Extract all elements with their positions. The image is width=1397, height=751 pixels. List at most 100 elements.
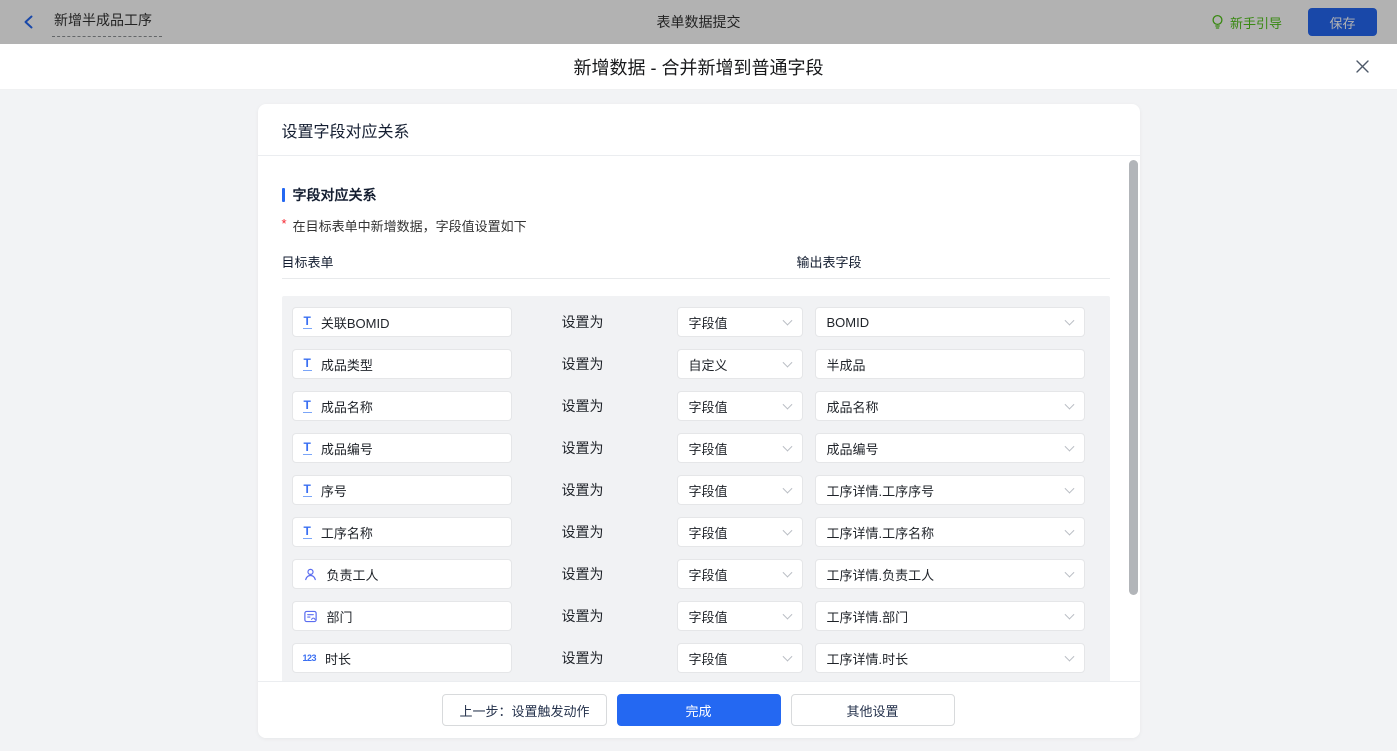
mode-select-value: 字段值 xyxy=(688,651,728,667)
scrollbar-track[interactable] xyxy=(1128,160,1138,676)
chevron-down-icon xyxy=(782,315,792,326)
scrollbar-thumb[interactable] xyxy=(1128,160,1138,595)
text-field-icon: T xyxy=(302,524,312,539)
mode-select[interactable]: 自定义 xyxy=(676,349,803,379)
text-field-icon: T xyxy=(302,356,312,371)
target-field-label: 部门 xyxy=(326,609,353,625)
mode-select[interactable]: 字段值 xyxy=(676,643,803,673)
column-divider xyxy=(281,278,1110,279)
set-as-label: 设置为 xyxy=(561,440,604,456)
section-title: 字段对应关系 xyxy=(281,185,1110,205)
value-select-value: 工序详情.部门 xyxy=(826,609,909,625)
target-field: T 关联BOMID xyxy=(291,307,512,337)
text-field-icon: T xyxy=(302,314,312,329)
value-select[interactable]: 工序详情.时长 xyxy=(814,643,1085,673)
value-select-value: 成品编号 xyxy=(826,441,879,457)
modal-title: 新增数据 - 合并新增到普通字段 xyxy=(573,57,824,78)
table-row: T 成品类型 设置为 自定义 xyxy=(291,349,1110,379)
close-icon xyxy=(1355,60,1369,73)
table-row: 123 时长 设置为 字段值 工序详情.时长 xyxy=(291,643,1110,673)
other-settings-button[interactable]: 其他设置 xyxy=(790,694,955,726)
mode-select-value: 自定义 xyxy=(688,357,728,373)
chevron-down-icon xyxy=(782,441,792,452)
mode-select[interactable]: 字段值 xyxy=(676,307,803,337)
mode-select-value: 字段值 xyxy=(688,399,728,415)
back-button[interactable] xyxy=(20,13,38,31)
save-button[interactable]: 保存 xyxy=(1308,8,1377,36)
close-button[interactable] xyxy=(1351,56,1373,78)
lightbulb-icon xyxy=(1212,14,1223,29)
mode-select[interactable]: 字段值 xyxy=(676,601,803,631)
value-select-value: 工序详情.时长 xyxy=(826,651,909,667)
target-field: 部门 xyxy=(291,601,512,631)
beginner-guide-link[interactable]: 新手引导 xyxy=(1210,13,1282,32)
target-field-label: 成品编号 xyxy=(320,441,373,457)
chevron-down-icon xyxy=(1064,525,1074,536)
chevron-down-icon xyxy=(782,609,792,620)
modal-body: 设置字段对应关系 字段对应关系 * 在目标表单中新增数据，字段值设置如下 目标表… xyxy=(0,90,1397,751)
chevron-down-icon xyxy=(1064,483,1074,494)
member-field-icon xyxy=(304,568,316,580)
chevron-down-icon xyxy=(1064,399,1074,410)
mode-select-value: 字段值 xyxy=(688,441,728,457)
set-as-label: 设置为 xyxy=(561,314,604,330)
text-field-icon: T xyxy=(302,482,312,497)
target-field-label: 成品名称 xyxy=(320,399,373,415)
flow-title[interactable]: 新增半成品工序 xyxy=(52,8,162,37)
mode-select-value: 字段值 xyxy=(688,315,728,331)
mode-select[interactable]: 字段值 xyxy=(676,391,803,421)
value-select[interactable]: 工序详情.部门 xyxy=(814,601,1085,631)
table-row: 部门 设置为 字段值 工序详情.部门 xyxy=(291,601,1110,631)
column-header-target-form: 目标表单 xyxy=(281,255,334,270)
table-row: T 成品名称 设置为 字段值 成品名称 xyxy=(291,391,1110,421)
target-field: T 成品类型 xyxy=(291,349,512,379)
card-header-title: 设置字段对应关系 xyxy=(257,104,1140,156)
set-as-label: 设置为 xyxy=(561,398,604,414)
table-row: 负责工人 设置为 字段值 工序详情.负责工人 xyxy=(291,559,1110,589)
custom-value-input[interactable] xyxy=(814,349,1085,379)
required-asterisk: * xyxy=(281,216,287,231)
chevron-down-icon xyxy=(782,567,792,578)
prev-step-button[interactable]: 上一步：设置触发动作 xyxy=(442,694,607,726)
column-header-output-fields: 输出表字段 xyxy=(796,255,862,270)
value-select[interactable]: 成品编号 xyxy=(814,433,1085,463)
value-select[interactable]: BOMID xyxy=(814,307,1085,337)
column-headers: 目标表单 输出表字段 xyxy=(282,252,1110,270)
done-button[interactable]: 完成 xyxy=(616,694,781,726)
target-field: T 成品名称 xyxy=(291,391,512,421)
back-chevron-icon xyxy=(24,15,33,29)
mode-select-value: 字段值 xyxy=(688,609,728,625)
text-field-icon: T xyxy=(302,440,312,455)
value-select[interactable]: 工序详情.工序名称 xyxy=(814,517,1085,547)
chevron-down-icon xyxy=(1064,567,1074,578)
card-footer: 上一步：设置触发动作 完成 其他设置 xyxy=(257,681,1140,738)
chevron-down-icon xyxy=(1064,651,1074,662)
mode-select[interactable]: 字段值 xyxy=(676,475,803,505)
value-select[interactable]: 成品名称 xyxy=(814,391,1085,421)
card-body: 字段对应关系 * 在目标表单中新增数据，字段值设置如下 目标表单 输出表字段 T… xyxy=(258,156,1140,681)
mode-select[interactable]: 字段值 xyxy=(676,433,803,463)
target-field-label: 时长 xyxy=(325,651,352,667)
target-field: 123 时长 xyxy=(291,643,512,673)
mode-select-value: 字段值 xyxy=(688,567,728,583)
value-select-value: 成品名称 xyxy=(826,399,879,415)
value-select-value: 工序详情.工序名称 xyxy=(826,525,935,541)
set-as-label: 设置为 xyxy=(561,608,604,624)
number-field-icon: 123 xyxy=(302,653,317,663)
mode-select[interactable]: 字段值 xyxy=(676,559,803,589)
set-as-label: 设置为 xyxy=(561,524,604,540)
dept-field-icon xyxy=(303,610,317,622)
set-as-label: 设置为 xyxy=(561,482,604,498)
hint-text: 在目标表单中新增数据，字段值设置如下 xyxy=(292,219,527,234)
target-field-label: 成品类型 xyxy=(320,357,373,373)
value-select-value: BOMID xyxy=(826,314,870,330)
beginner-guide-label: 新手引导 xyxy=(1229,15,1282,31)
mode-select[interactable]: 字段值 xyxy=(676,517,803,547)
chevron-down-icon xyxy=(1064,609,1074,620)
target-field-label: 工序名称 xyxy=(320,525,373,541)
value-select[interactable]: 工序详情.负责工人 xyxy=(814,559,1085,589)
value-select-value: 工序详情.工序序号 xyxy=(826,483,935,499)
text-field-icon: T xyxy=(302,398,312,413)
target-field: 负责工人 xyxy=(291,559,512,589)
value-select[interactable]: 工序详情.工序序号 xyxy=(814,475,1085,505)
